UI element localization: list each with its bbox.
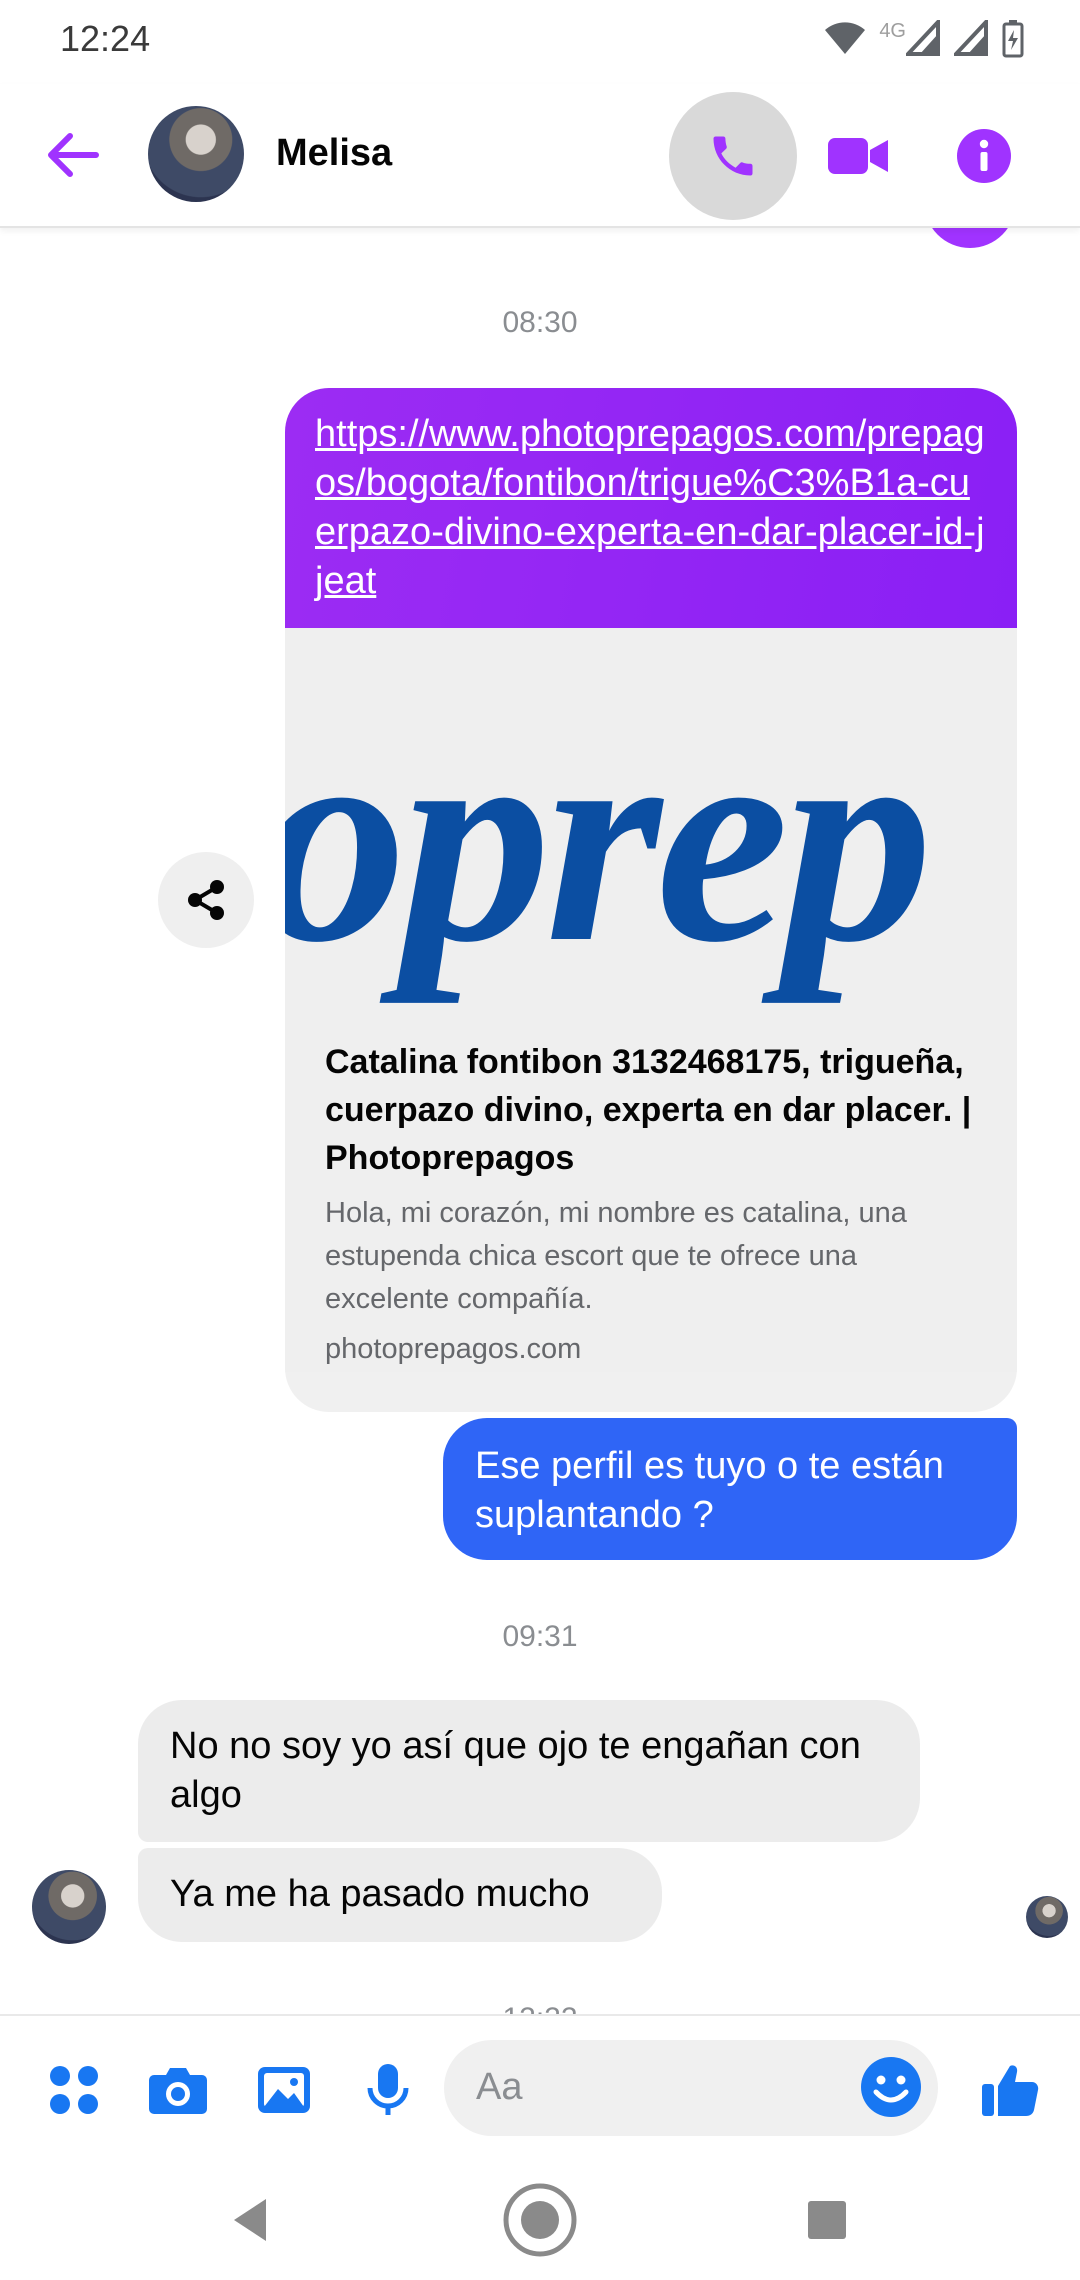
conversation-header: Melisa — [0, 84, 1080, 228]
thumbs-up-icon — [982, 2065, 1039, 2116]
four-dots-icon — [50, 2066, 98, 2114]
voice-message-button[interactable] — [356, 2058, 420, 2122]
outgoing-message[interactable]: Ese perfil es tuyo o te están suplantand… — [443, 1418, 1017, 1560]
system-navigation-bar — [0, 2160, 1080, 2280]
incoming-message[interactable]: Ya me ha pasado mucho — [138, 1848, 662, 1942]
image-icon — [258, 2067, 310, 2113]
link-preview-description: Hola, mi corazón, mi nombre es catalina,… — [325, 1197, 907, 1315]
share-button[interactable] — [158, 852, 254, 948]
gallery-button[interactable] — [252, 2058, 316, 2122]
microphone-icon — [367, 2064, 409, 2115]
info-button[interactable] — [920, 92, 1048, 220]
video-camera-icon — [828, 138, 888, 174]
camera-button[interactable] — [146, 2058, 210, 2122]
contact-avatar[interactable] — [148, 106, 244, 202]
status-icons: 4G — [825, 20, 1024, 64]
info-icon — [957, 129, 1011, 183]
camera-icon — [149, 2068, 207, 2114]
nav-back-button[interactable] — [210, 2180, 290, 2260]
status-time: 12:24 — [60, 18, 151, 59]
link-preview-domain: photoprepagos.com — [325, 1333, 582, 1365]
nav-recents-button[interactable] — [787, 2180, 867, 2260]
network-type-label: 4G — [879, 20, 906, 42]
timestamp: 09:31 — [502, 1620, 578, 1653]
smiley-icon[interactable] — [858, 2054, 924, 2120]
voice-call-button[interactable] — [669, 92, 797, 220]
message-composer: Aa — [0, 2014, 1080, 2160]
arrow-left-icon — [48, 133, 99, 177]
seen-indicator-avatar — [1026, 1896, 1068, 1938]
message-input-placeholder: Aa — [476, 2066, 523, 2108]
video-call-button[interactable] — [795, 92, 923, 220]
share-icon — [188, 880, 224, 920]
contact-name[interactable]: Melisa — [276, 132, 392, 175]
back-button[interactable] — [40, 122, 106, 188]
square-recents-icon — [808, 2201, 846, 2239]
wifi-icon — [825, 22, 866, 54]
link-url[interactable]: https://www.photoprepagos.com/prepagos/b… — [315, 410, 987, 606]
link-url-area[interactable]: https://www.photoprepagos.com/prepagos/b… — [285, 388, 1017, 628]
link-preview-title: Catalina fontibon 3132468175, trigueña, … — [325, 1043, 972, 1177]
preview-logo: oprep — [285, 672, 933, 1004]
battery-icon — [1002, 20, 1024, 58]
incoming-message[interactable]: No no soy yo así que ojo te engañan con … — [138, 1700, 920, 1842]
like-button[interactable] — [978, 2058, 1042, 2122]
timestamp: 08:30 — [502, 306, 578, 339]
home-circle-icon — [503, 2183, 577, 2257]
message-input[interactable]: Aa — [444, 2040, 938, 2136]
signal-icon-2 — [954, 20, 988, 56]
link-message[interactable]: https://www.photoprepagos.com/prepagos/b… — [285, 388, 1017, 1412]
nav-home-button[interactable] — [500, 2180, 580, 2260]
phone-icon — [713, 136, 753, 176]
status-bar: 12:24 4G — [0, 0, 1080, 80]
sender-avatar[interactable] — [32, 1870, 106, 1944]
more-actions-button[interactable] — [42, 2058, 106, 2122]
triangle-back-icon — [234, 2199, 266, 2241]
signal-icon — [906, 20, 940, 56]
link-preview-body[interactable]: Catalina fontibon 3132468175, trigueña, … — [285, 1038, 1017, 1369]
